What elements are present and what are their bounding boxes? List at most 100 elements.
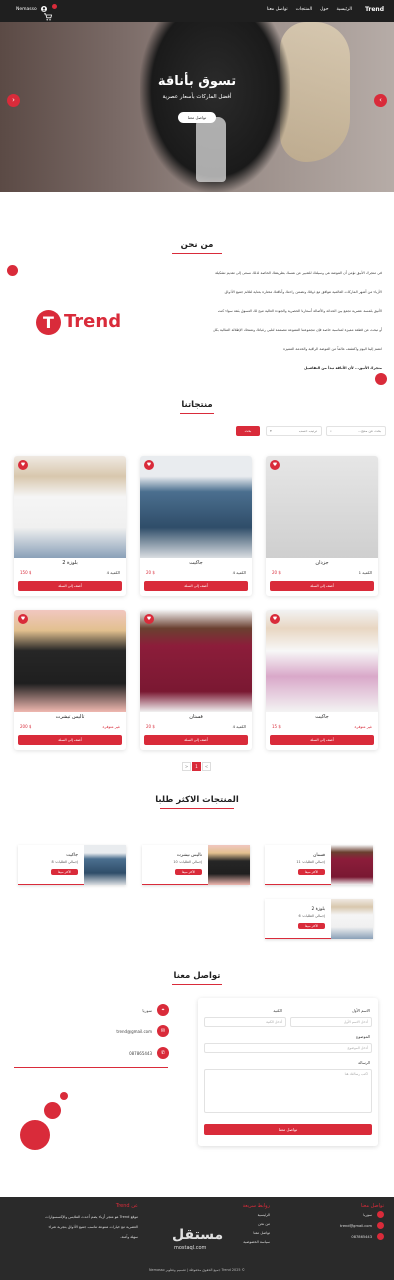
product-card[interactable]: ♥ جاكيت 20 $ الكمية 4 أضف إلى السلة [140, 456, 252, 596]
best-seller-card[interactable]: تاليس تيشرت إجمالي الطلبات: 10 الأكثر مبيع… [142, 845, 250, 885]
contact-email[interactable]: trend@gmail.com [80, 1029, 152, 1034]
footer-links-title: روابط سريعة [242, 1203, 270, 1209]
best-seller-card[interactable]: بلوزة 2 إجمالي الطلبات: 6 الأكثر مبيعا [265, 899, 373, 939]
chevron-left-icon: ‹ [12, 96, 15, 104]
hero-next-button[interactable]: › [374, 94, 387, 107]
product-name[interactable]: جاكيت [266, 714, 378, 720]
best-seller-image[interactable] [331, 845, 373, 885]
favorite-heart-icon[interactable]: ♥ [270, 460, 280, 470]
contact-phone[interactable]: 087865443 [80, 1051, 152, 1056]
last-name-input[interactable]: أدخل الكنية [204, 1017, 286, 1027]
subject-input[interactable]: أدخل الموضوع [204, 1043, 372, 1053]
about-closing: متجرك الأنيق... لأن الأناقة تبدأ من التف… [304, 366, 382, 370]
best-seller-card[interactable]: فستان إجمالي الطلبات: 11 الأكثر مبيعا [265, 845, 373, 885]
product-name[interactable]: تاليس تيشرت [14, 714, 126, 720]
product-name[interactable]: بلوزة 2 [14, 560, 126, 566]
pagination-page[interactable]: 1 [192, 762, 201, 771]
brand-logo[interactable]: Trend [365, 6, 384, 13]
product-card[interactable]: ♥ جاكيت 15 $ غير متوفرة أضف إلى السلة [266, 610, 378, 750]
sort-select-value: ترتيب حسب [298, 429, 317, 433]
product-card[interactable]: ♥ تاليس تيشرت 200 $ غير متوفرة أضف إلى السلة [14, 610, 126, 750]
best-seller-image[interactable] [84, 845, 126, 885]
trend-logo: T Trend [36, 310, 128, 336]
best-seller-orders: إجمالي الطلبات: 10 [173, 860, 202, 864]
hero-prev-button[interactable]: ‹ [7, 94, 20, 107]
logo-mark: T [36, 310, 61, 335]
product-card[interactable]: ♥ فستان 20 $ الكمية 4 أضف إلى السلة [140, 610, 252, 750]
best-seller-name: بلوزة 2 [311, 907, 325, 912]
best-seller-badge: الأكثر مبيعا [298, 869, 325, 875]
product-search-input[interactable]: بحث عن منتج... ⌕ [326, 426, 386, 436]
first-name-input[interactable]: أدخل الاسم الأول [290, 1017, 372, 1027]
hero-contact-button[interactable]: تواصل معنا [178, 112, 216, 123]
add-to-cart-button[interactable]: أضف إلى السلة [270, 735, 374, 745]
nav-links: الرئيسية حول المنتجات تواصل معنا [267, 7, 352, 12]
nav-link-home[interactable]: الرئيسية [337, 7, 353, 12]
pagination-next[interactable]: > [202, 762, 211, 771]
favorite-heart-icon[interactable]: ♥ [18, 460, 28, 470]
about-title-underline [172, 253, 222, 254]
best-seller-orders: إجمالي الطلبات: 8 [51, 860, 79, 864]
pagination-prev[interactable]: < [182, 762, 191, 771]
hero-skeleton-print [196, 117, 226, 182]
product-card[interactable]: ♥ جزدان 20 $ الكمية 1 أضف إلى السلة [266, 456, 378, 596]
logo-text: Trend [64, 311, 122, 332]
best-seller-name: جاكيت [66, 853, 78, 858]
footer-contact-email[interactable]: trend@gmail.com [340, 1221, 372, 1231]
footer-about-title: عن Trend [115, 1203, 138, 1209]
product-card[interactable]: ♥ بلوزة 2 150 $ الكمية 4 أضف إلى السلة [14, 456, 126, 596]
about-paragraph-5: انضم إلينا اليوم واكتشف عالماً من الموضة… [283, 347, 382, 351]
nav-link-about[interactable]: حول [320, 7, 328, 12]
cart-badge [52, 4, 57, 9]
decor-dot-medium [44, 1102, 61, 1119]
send-message-button[interactable]: تواصل معنا [204, 1124, 372, 1135]
best-seller-image[interactable] [331, 899, 373, 939]
footer-about-line-1: موقع Trend هو متجر أزياء يضم أحدث الملاب… [45, 1215, 138, 1219]
product-search-placeholder: بحث عن منتج... [357, 429, 381, 433]
last-name-label: الكنية [273, 1008, 282, 1013]
add-to-cart-button[interactable]: أضف إلى السلة [18, 735, 122, 745]
best-seller-badge: الأكثر مبيعا [298, 923, 325, 929]
product-image[interactable] [266, 456, 378, 558]
favorite-heart-icon[interactable]: ♥ [18, 614, 28, 624]
email-icon [377, 1222, 384, 1229]
about-paragraph-3: الأنيق بلمسة عصرية تجمع بين الحداثة والأ… [217, 309, 382, 313]
product-price: 150 $ [20, 570, 32, 575]
decor-dot [375, 373, 387, 385]
product-price: 20 $ [272, 570, 281, 575]
contact-title-underline [172, 984, 222, 985]
nav-link-products[interactable]: المنتجات [296, 7, 312, 12]
product-name[interactable]: جاكيت [140, 560, 252, 566]
best-seller-card[interactable]: جاكيت إجمالي الطلبات: 8 الأكثر مبيعا [18, 845, 126, 885]
favorite-heart-icon[interactable]: ♥ [270, 614, 280, 624]
location-icon [377, 1211, 384, 1218]
add-to-cart-button[interactable]: أضف إلى السلة [144, 581, 248, 591]
about-paragraph-2: الأزياء من أشهر الماركات العالمية تتوافق… [224, 290, 382, 294]
product-image[interactable] [14, 610, 126, 712]
cart-button[interactable] [44, 4, 57, 21]
product-image[interactable] [266, 610, 378, 712]
product-price: 20 $ [146, 724, 155, 729]
favorite-heart-icon[interactable]: ♥ [144, 460, 154, 470]
product-image[interactable] [140, 610, 252, 712]
user-menu[interactable]: Nemasso [16, 6, 47, 12]
product-image[interactable] [140, 456, 252, 558]
best-seller-image[interactable] [208, 845, 250, 885]
product-price: 20 $ [146, 570, 155, 575]
nav-link-contact[interactable]: تواصل معنا [267, 7, 288, 12]
product-image[interactable] [14, 456, 126, 558]
footer-contact-phone[interactable]: 087865443 [351, 1232, 372, 1242]
decor-dot [7, 265, 18, 276]
message-textarea[interactable]: اكتب رسالتك هنا [204, 1069, 372, 1113]
best-seller-orders: إجمالي الطلبات: 6 [298, 914, 326, 918]
sort-select[interactable]: ترتيب حسب ▾ [266, 426, 322, 436]
product-name[interactable]: فستان [140, 714, 252, 720]
product-stock: غير متوفرة [354, 724, 372, 729]
footer-link-privacy[interactable]: سياسة الخصوصية [243, 1237, 270, 1247]
search-button[interactable]: بحث [236, 426, 260, 436]
add-to-cart-button[interactable]: أضف إلى السلة [144, 735, 248, 745]
favorite-heart-icon[interactable]: ♥ [144, 614, 154, 624]
add-to-cart-button[interactable]: أضف إلى السلة [270, 581, 374, 591]
add-to-cart-button[interactable]: أضف إلى السلة [18, 581, 122, 591]
product-name[interactable]: جزدان [266, 560, 378, 566]
